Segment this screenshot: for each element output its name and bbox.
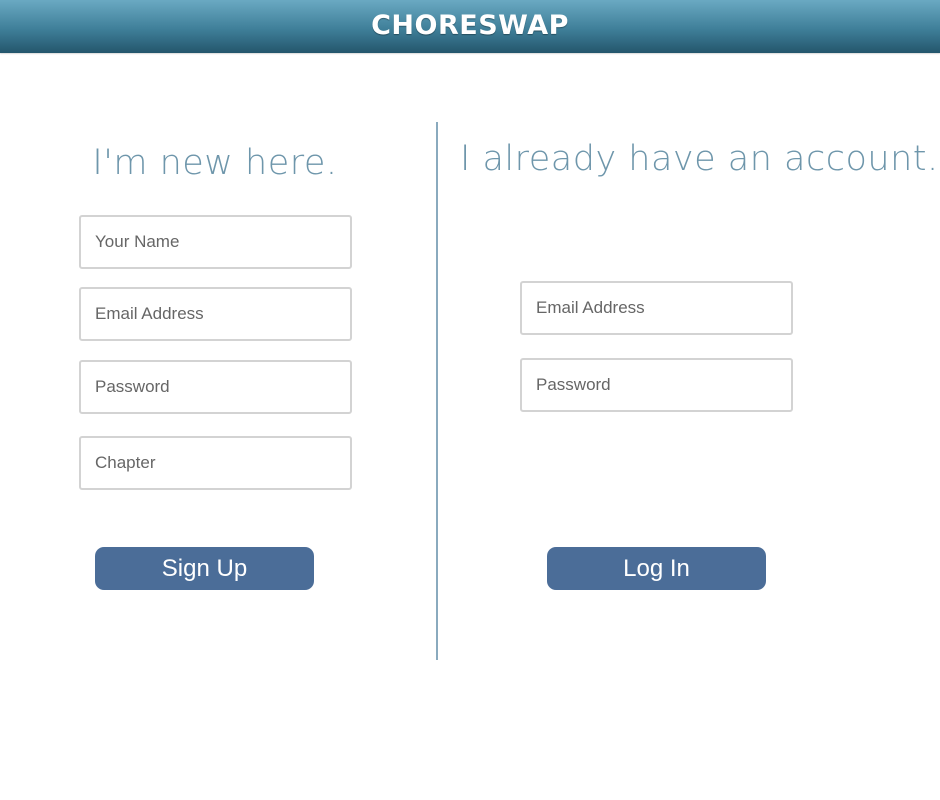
signup-password-input[interactable] (79, 360, 352, 414)
log-in-button[interactable]: Log In (547, 547, 766, 590)
signup-email-input[interactable] (79, 287, 352, 341)
login-password-input[interactable] (520, 358, 793, 412)
brand-logo[interactable]: CHORESWAP (0, 9, 940, 43)
top-banner: CHORESWAP (0, 0, 940, 53)
login-email-input[interactable] (520, 281, 793, 335)
signup-chapter-input[interactable] (79, 436, 352, 490)
sign-up-button[interactable]: Sign Up (95, 547, 314, 590)
panel-divider (436, 122, 438, 660)
signup-name-input[interactable] (79, 215, 352, 269)
signup-heading: I'm new here. (92, 143, 338, 183)
login-heading: I already have an account. (460, 139, 939, 179)
